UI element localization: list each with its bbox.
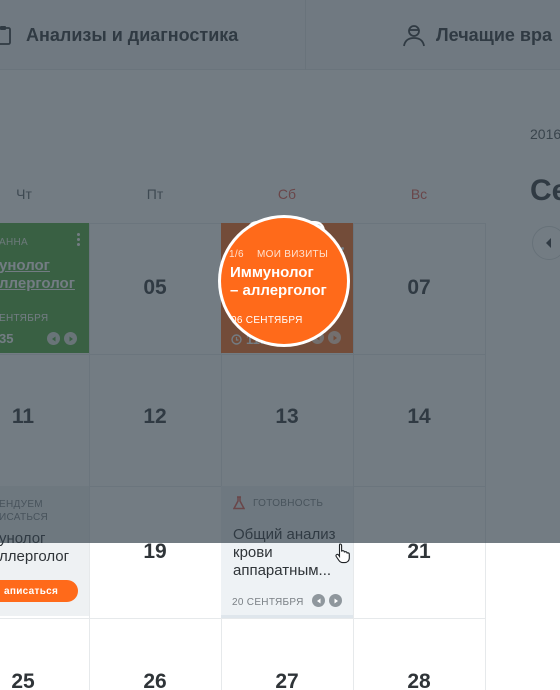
weekday-sun: Вс <box>410 186 428 202</box>
day-26[interactable]: 26 <box>89 670 221 690</box>
day-25[interactable]: 25 <box>0 670 89 690</box>
spot-date: 06 СЕНТЯБРЯ <box>231 315 303 326</box>
weekday-fri: Пт <box>146 186 164 202</box>
card-date: ентября <box>0 313 49 324</box>
day-12[interactable]: 12 <box>89 405 221 429</box>
day-27[interactable]: 27 <box>221 670 353 690</box>
day-11[interactable]: 11 <box>0 405 89 429</box>
weekday-thu: Чт <box>16 186 32 202</box>
spot-category: МОИ ВИЗИТЫ <box>257 249 329 260</box>
arrow-right-icon[interactable] <box>328 331 341 344</box>
card-label: анна <box>0 237 28 248</box>
nav-divider <box>305 0 306 70</box>
grid-line <box>485 223 486 690</box>
flask-icon <box>233 496 245 510</box>
day-19[interactable]: 19 <box>89 540 221 564</box>
spotlight-highlight[interactable]: 1/6 МОИ ВИЗИТЫ Иммунолог – аллерголог 06… <box>221 218 347 344</box>
clock-icon <box>231 334 242 345</box>
spot-title: Иммунолог – аллерголог <box>230 264 327 299</box>
arrow-right-icon[interactable] <box>64 332 77 345</box>
day-05[interactable]: 05 <box>89 276 221 300</box>
appointment-card-green[interactable]: анна унолог ллерголог ентября 35 <box>0 223 89 353</box>
prev-month-button[interactable] <box>532 226 560 260</box>
day-07[interactable]: 07 <box>353 276 485 300</box>
card-arrows <box>47 332 77 345</box>
clipboard-icon <box>0 21 18 49</box>
top-navigation: Анализы и диагностика Лечащие вра <box>0 0 560 70</box>
arrow-right-icon[interactable] <box>329 594 342 607</box>
day-14[interactable]: 14 <box>353 405 485 429</box>
analysis-title: Общий анализ крови аппаратным... <box>233 526 336 579</box>
weekday-sat: Сб <box>277 186 297 202</box>
signup-button[interactable]: аписаться <box>0 580 78 602</box>
nav-doctors[interactable]: Лечащие вра <box>400 0 552 70</box>
analysis-date: 20 СЕНТЯБРЯ <box>232 597 304 608</box>
doctor-icon <box>400 21 428 49</box>
nav-doctors-label: Лечащие вра <box>436 24 552 45</box>
spot-counter: 1/6 <box>229 249 244 260</box>
arrow-left-icon[interactable] <box>47 332 60 345</box>
analysis-status-row: ГОТОВНОСТЬ <box>233 496 323 510</box>
more-icon[interactable] <box>77 233 81 246</box>
recommend-label: ендуем исаться <box>0 499 49 523</box>
recommend-title: унолог ллерголог <box>0 530 70 565</box>
analysis-status: ГОТОВНОСТЬ <box>253 497 324 509</box>
hand-cursor-icon <box>335 543 350 564</box>
chevron-left-icon <box>546 238 551 248</box>
grid-line <box>0 354 485 355</box>
arrow-left-icon[interactable] <box>312 594 325 607</box>
card-time: 35 <box>0 331 14 346</box>
card-arrows <box>312 594 342 607</box>
year-label: 2016 <box>530 126 560 142</box>
nav-diagnostics-label: Анализы и диагностика <box>26 24 239 45</box>
day-21[interactable]: 21 <box>353 540 485 564</box>
nav-diagnostics[interactable]: Анализы и диагностика <box>0 0 238 70</box>
grid-line <box>0 618 485 619</box>
day-28[interactable]: 28 <box>353 670 485 690</box>
month-label: Се <box>530 174 560 207</box>
day-13[interactable]: 13 <box>221 405 353 429</box>
card-title: унолог ллерголог <box>0 257 75 292</box>
